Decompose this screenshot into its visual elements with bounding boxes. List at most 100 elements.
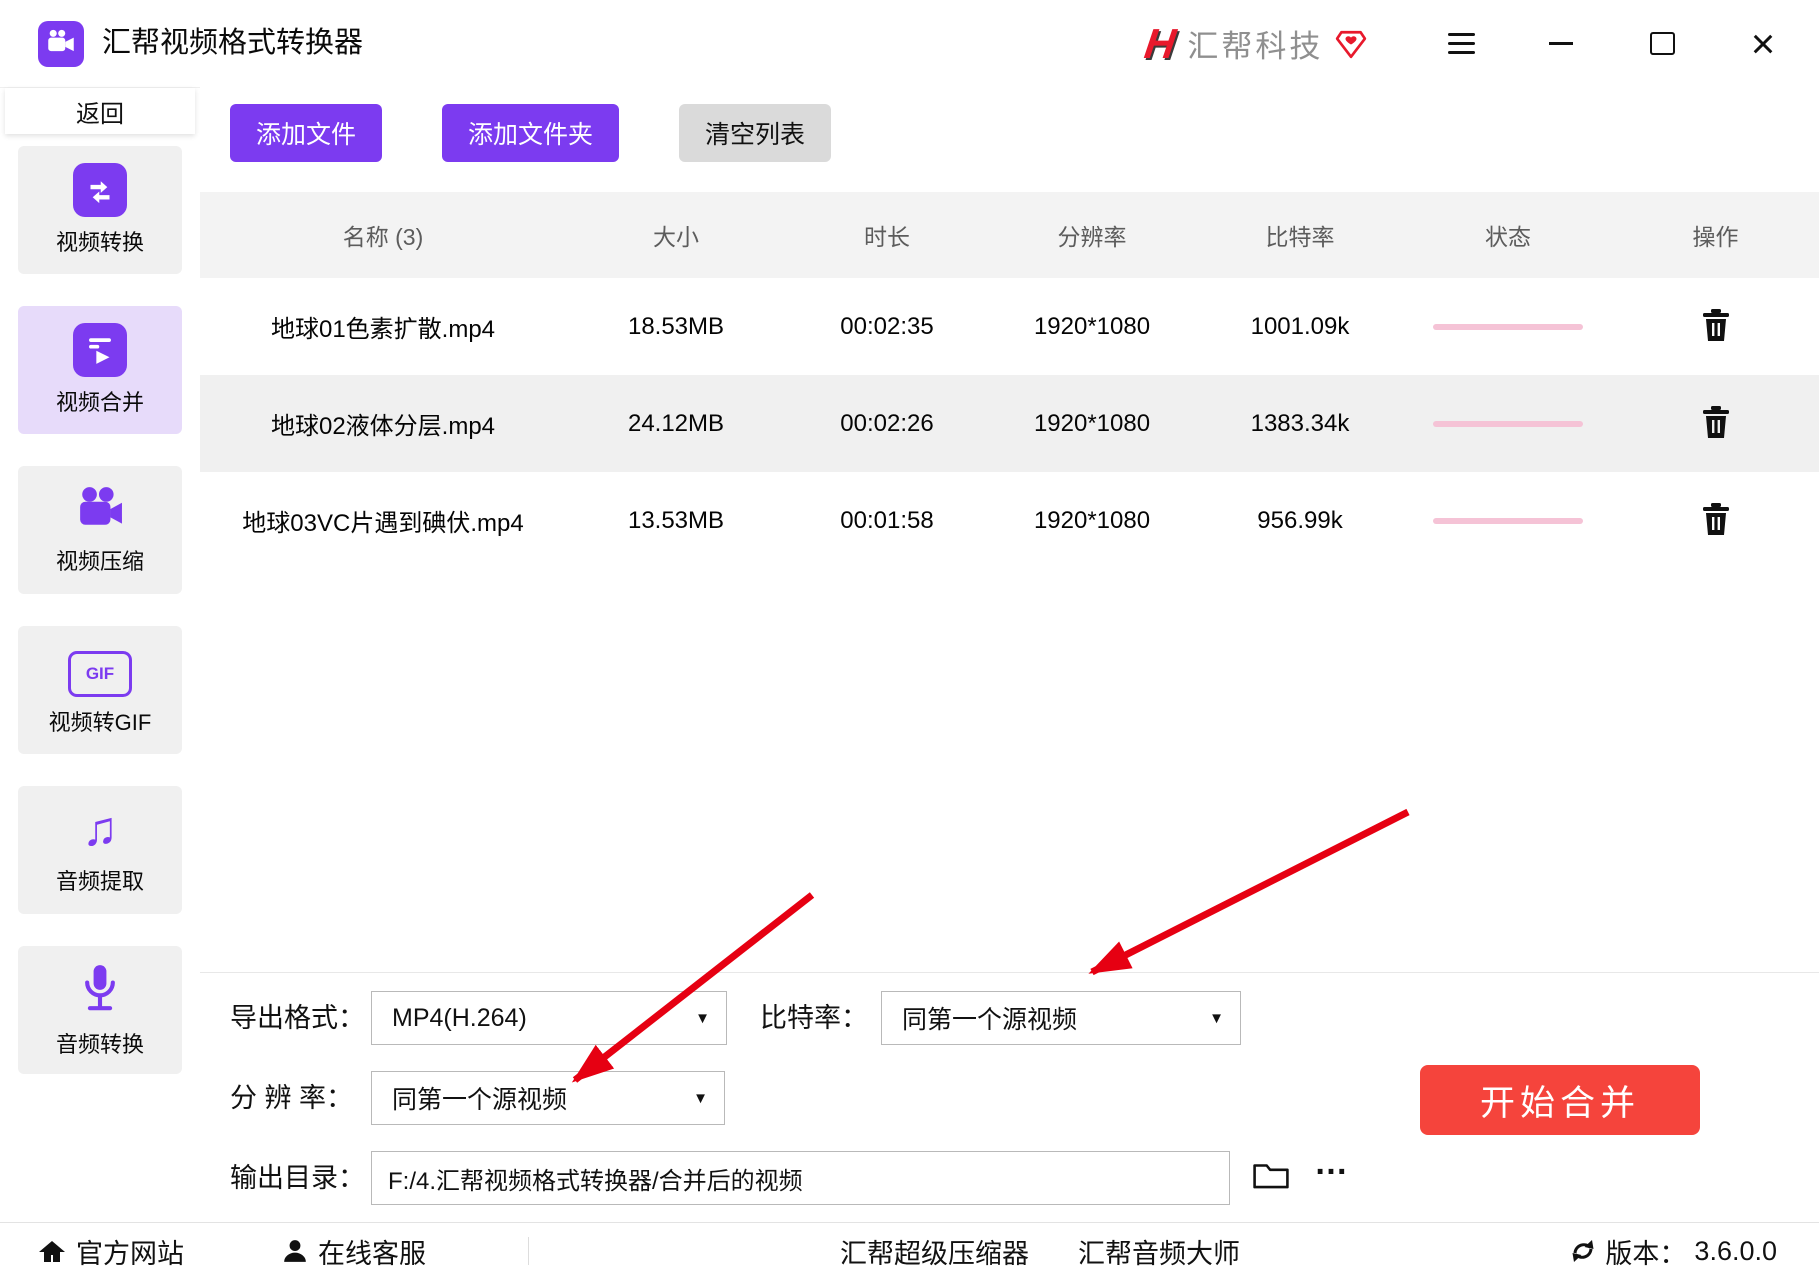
toolbar: 添加文件 添加文件夹 清空列表 bbox=[230, 104, 832, 162]
resolution-value: 同第一个源视频 bbox=[392, 1086, 568, 1114]
sidebar-item-video-to-gif[interactable]: GIF 视频转GIF bbox=[18, 626, 182, 754]
chevron-down-icon: ▼ bbox=[695, 1009, 710, 1027]
delete-row-button[interactable] bbox=[1698, 499, 1734, 542]
online-service-link[interactable]: 在线客服 bbox=[282, 1223, 426, 1279]
refresh-icon[interactable] bbox=[1569, 1237, 1597, 1265]
sidebar-item-label: 视频压缩 bbox=[55, 548, 144, 574]
table-header: 名称 (3) 大小 时长 分辨率 比特率 状态 操作 bbox=[200, 192, 1819, 278]
sidebar-nav: 视频转换 视频合并 视频压缩 GIF 视频转GIF ♫ 音频提取 音频转换 bbox=[0, 134, 200, 1074]
official-site-label: 官方网站 bbox=[76, 1238, 184, 1269]
bitrate-label: 比特率： bbox=[760, 1003, 868, 1033]
chevron-down-icon: ▼ bbox=[1209, 1009, 1224, 1027]
table-row[interactable]: 地球03VC片遇到碘伏.mp4 13.53MB 00:01:58 1920*10… bbox=[200, 472, 1819, 569]
file-size-cell: 18.53MB bbox=[627, 312, 725, 340]
table-row[interactable]: 地球01色素扩散.mp4 18.53MB 00:02:35 1920*1080 … bbox=[200, 278, 1819, 375]
sidebar-item-video-convert[interactable]: 视频转换 bbox=[18, 146, 182, 274]
video-merge-icon bbox=[73, 323, 127, 377]
menu-button[interactable] bbox=[1438, 0, 1484, 87]
minimize-button[interactable] bbox=[1538, 0, 1584, 87]
file-resolution-cell: 1920*1080 bbox=[1033, 409, 1151, 437]
app-logo-icon bbox=[38, 21, 84, 67]
trash-icon bbox=[1702, 309, 1729, 341]
gif-icon: GIF bbox=[68, 650, 132, 697]
clear-list-button[interactable]: 清空列表 bbox=[679, 104, 832, 162]
video-compress-icon bbox=[74, 485, 126, 536]
delete-row-button[interactable] bbox=[1698, 402, 1734, 445]
statusbar-divider bbox=[528, 1237, 529, 1265]
online-service-label: 在线客服 bbox=[318, 1238, 426, 1269]
file-size-cell: 13.53MB bbox=[627, 506, 725, 534]
vip-diamond-icon bbox=[1336, 30, 1367, 58]
output-dir-input[interactable] bbox=[371, 1151, 1230, 1205]
hamburger-icon bbox=[1447, 33, 1475, 54]
title-bar: 汇帮视频格式转换器 H 汇帮科技 × bbox=[0, 0, 1819, 88]
brand-name: 汇帮科技 bbox=[1187, 29, 1324, 64]
status-progress-bar bbox=[1433, 517, 1583, 524]
resolution-select[interactable]: 同第一个源视频 ▼ bbox=[371, 1071, 725, 1125]
add-file-button[interactable]: 添加文件 bbox=[230, 104, 383, 162]
sidebar-item-audio-extract[interactable]: ♫ 音频提取 bbox=[18, 786, 182, 914]
back-button[interactable]: 返回 bbox=[5, 88, 195, 134]
trash-icon bbox=[1702, 503, 1729, 535]
start-merge-button[interactable]: 开始合并 bbox=[1420, 1065, 1700, 1135]
main-panel: 添加文件 添加文件夹 清空列表 名称 (3) 大小 时长 分辨率 比特率 状态 … bbox=[200, 87, 1819, 1223]
table-row[interactable]: 地球02液体分层.mp4 24.12MB 00:02:26 1920*1080 … bbox=[200, 375, 1819, 472]
version-info: 版本： 3.6.0.0 bbox=[1569, 1223, 1777, 1279]
browse-folder-button[interactable] bbox=[1252, 1159, 1290, 1194]
column-header-name: 名称 (3) bbox=[342, 224, 424, 250]
status-progress-bar bbox=[1433, 420, 1583, 427]
column-header-bitrate: 比特率 bbox=[1265, 224, 1335, 250]
file-name-cell: 地球01色素扩散.mp4 bbox=[270, 316, 496, 343]
home-icon bbox=[39, 1241, 65, 1262]
version-value: 3.6.0.0 bbox=[1694, 1235, 1777, 1266]
app-window: 汇帮视频格式转换器 H 汇帮科技 × 返回 视频转换 视频合并 视频压缩 GIF… bbox=[0, 0, 1819, 1279]
file-resolution-cell: 1920*1080 bbox=[1033, 506, 1151, 534]
sidebar: 返回 视频转换 视频合并 视频压缩 GIF 视频转GIF ♫ 音频提取 音频转换 bbox=[0, 88, 201, 1223]
sidebar-item-label: 音频转换 bbox=[55, 1031, 144, 1057]
bitrate-select[interactable]: 同第一个源视频 ▼ bbox=[881, 991, 1241, 1045]
more-options-button[interactable]: … bbox=[1308, 1143, 1356, 1184]
export-format-value: MP4(H.264) bbox=[392, 1003, 527, 1032]
sidebar-item-audio-convert[interactable]: 音频转换 bbox=[18, 946, 182, 1074]
close-icon: × bbox=[1750, 19, 1776, 67]
maximize-icon bbox=[1649, 32, 1675, 55]
official-site-link[interactable]: 官方网站 bbox=[38, 1223, 184, 1279]
export-format-select[interactable]: MP4(H.264) ▼ bbox=[371, 991, 727, 1045]
page-title: 汇帮视频格式转换器 bbox=[102, 27, 364, 59]
sidebar-item-video-compress[interactable]: 视频压缩 bbox=[18, 466, 182, 594]
file-bitrate-cell: 1001.09k bbox=[1250, 312, 1350, 340]
chevron-down-icon: ▼ bbox=[693, 1089, 708, 1107]
file-name-cell: 地球02液体分层.mp4 bbox=[270, 413, 496, 440]
sidebar-item-video-merge[interactable]: 视频合并 bbox=[18, 306, 182, 434]
file-duration-cell: 00:01:58 bbox=[840, 506, 934, 534]
super-compressor-link[interactable]: 汇帮超级压缩器 bbox=[840, 1223, 1029, 1279]
delete-row-button[interactable] bbox=[1698, 305, 1734, 348]
file-bitrate-cell: 1383.34k bbox=[1250, 409, 1350, 437]
column-header-status: 状态 bbox=[1485, 224, 1531, 250]
bitrate-value: 同第一个源视频 bbox=[902, 1006, 1078, 1034]
minimize-icon bbox=[1549, 42, 1573, 45]
music-note-icon: ♫ bbox=[82, 802, 118, 856]
column-header-size: 大小 bbox=[653, 224, 699, 250]
microphone-icon bbox=[78, 962, 122, 1019]
file-duration-cell: 00:02:35 bbox=[840, 312, 934, 340]
camera-icon bbox=[48, 29, 74, 52]
video-convert-icon bbox=[73, 163, 127, 217]
trash-icon bbox=[1702, 406, 1729, 438]
file-duration-cell: 00:02:26 bbox=[840, 409, 934, 437]
version-label: 版本： bbox=[1605, 1238, 1687, 1269]
output-settings-panel: 导出格式： MP4(H.264) ▼ 比特率： 同第一个源视频 ▼ 分 辨 率：… bbox=[200, 972, 1819, 1223]
brand-h-icon: H bbox=[1141, 19, 1179, 67]
audio-master-label: 汇帮音频大师 bbox=[1078, 1238, 1240, 1269]
close-button[interactable]: × bbox=[1740, 0, 1786, 87]
column-header-action: 操作 bbox=[1692, 224, 1739, 250]
column-header-resolution: 分辨率 bbox=[1057, 224, 1127, 250]
folder-icon bbox=[1253, 1164, 1289, 1189]
status-progress-bar bbox=[1433, 323, 1583, 330]
column-header-duration: 时长 bbox=[864, 224, 910, 250]
maximize-button[interactable] bbox=[1639, 0, 1685, 87]
audio-master-link[interactable]: 汇帮音频大师 bbox=[1078, 1223, 1240, 1279]
status-bar: 官方网站 在线客服 汇帮超级压缩器 汇帮音频大师 版本： 3.6.0.0 bbox=[0, 1222, 1819, 1279]
person-icon bbox=[284, 1240, 306, 1262]
add-folder-button[interactable]: 添加文件夹 bbox=[442, 104, 620, 162]
